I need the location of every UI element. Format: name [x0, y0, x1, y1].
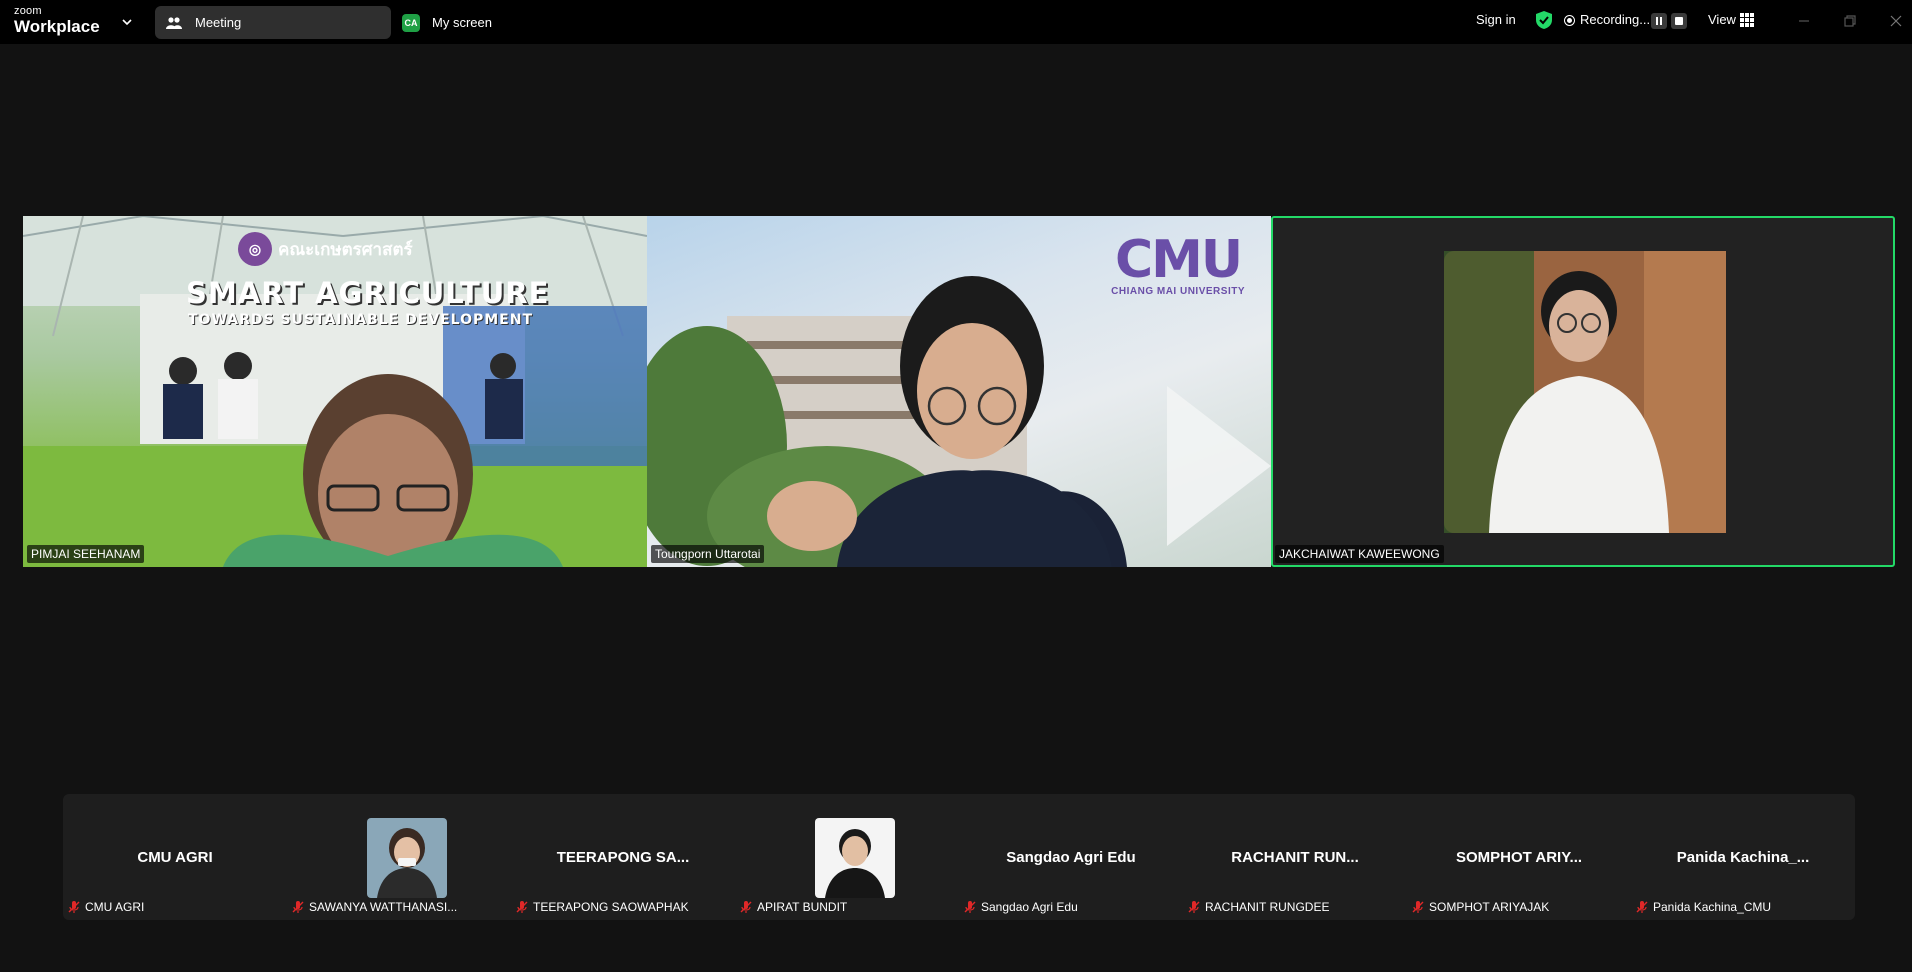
minimize-button[interactable] [1793, 10, 1815, 32]
gallery-tile[interactable]: RACHANIT RUN... RACHANIT RUNGDEE [1183, 794, 1407, 920]
participant-label: APIRAT BUNDIT [739, 900, 847, 914]
brand-big: Workplace [14, 17, 100, 36]
brand-small: zoom [14, 5, 42, 17]
faculty-logo-text: คณะเกษตรศาสตร์ [278, 239, 413, 259]
banner-subtitle: TOWARDS SUSTAINABLE DEVELOPMENT [188, 312, 534, 328]
participant-name-tag: Toungporn Uttarotai [651, 545, 765, 563]
participant-gallery: CMU AGRI CMU AGRI SAWANYA WATTHANASI... … [63, 794, 1855, 920]
mic-muted-icon [964, 901, 976, 913]
mic-muted-icon [1412, 901, 1424, 913]
participant-photo [367, 818, 447, 898]
faculty-logo: ◎ คณะเกษตรศาสตร์ [238, 232, 413, 266]
participant-name: Sangdao Agri Edu [981, 900, 1078, 914]
participant-name: SAWANYA WATTHANASI... [309, 900, 458, 914]
pause-recording-button[interactable] [1651, 13, 1667, 29]
mic-muted-icon [516, 901, 528, 913]
mic-muted-icon [1188, 901, 1200, 913]
cmu-logo-text: CMU [1115, 230, 1243, 290]
gallery-tile[interactable]: CMU AGRI CMU AGRI [63, 794, 287, 920]
participant-photo [1444, 251, 1726, 533]
participant-display-name: SOMPHOT ARIY... [1455, 849, 1583, 866]
mic-muted-icon [1636, 901, 1648, 913]
mic-muted-icon [292, 901, 304, 913]
participant-display-name: TEERAPONG SA... [556, 849, 690, 866]
participant-label: SAWANYA WATTHANASI... [291, 900, 457, 914]
sign-in-button[interactable]: Sign in [1476, 12, 1516, 27]
tab-my-screen[interactable]: CA My screen [402, 6, 492, 39]
participant-display-name: Panida Kachina_... [1676, 849, 1810, 866]
gallery-tile[interactable]: TEERAPONG SA... TEERAPONG SAOWAPHAK [511, 794, 735, 920]
grid-view-icon[interactable] [1740, 13, 1754, 27]
greenhouse-background [23, 216, 647, 567]
gallery-tile[interactable]: APIRAT BUNDIT [735, 794, 959, 920]
view-button[interactable]: View [1708, 12, 1736, 27]
participant-display-name: Sangdao Agri Edu [1006, 849, 1136, 866]
avatar-badge: CA [402, 13, 420, 32]
close-button[interactable] [1885, 10, 1907, 32]
title-bar: zoom Workplace Meeting CA My screen Sign… [0, 0, 1912, 44]
cmu-logo-subtext: CHIANG MAI UNIVERSITY [1111, 286, 1245, 297]
participant-display-name: CMU AGRI [137, 849, 213, 866]
participant-label: RACHANIT RUNGDEE [1187, 900, 1329, 914]
gallery-tile[interactable]: SOMPHOT ARIY... SOMPHOT ARIYAJAK [1407, 794, 1631, 920]
chevron-down-icon[interactable] [119, 14, 135, 30]
banner-title: SMART AGRICULTURE [186, 276, 550, 310]
mic-muted-icon [68, 901, 80, 913]
participant-name: CMU AGRI [85, 900, 145, 914]
tab-my-screen-label: My screen [432, 15, 492, 30]
participant-name: RACHANIT RUNGDEE [1205, 900, 1330, 914]
participant-label: Sangdao Agri Edu [963, 900, 1078, 914]
recording-status: Recording... [1580, 12, 1651, 27]
participant-photo [815, 818, 895, 898]
participant-label: CMU AGRI [67, 900, 144, 914]
participant-label: Panida Kachina_CMU [1635, 900, 1771, 914]
zoom-workplace-logo[interactable]: zoom Workplace [14, 5, 100, 36]
participant-name-tag: JAKCHAIWAT KAWEEWONG [1275, 545, 1444, 563]
minimize-icon [1799, 20, 1809, 22]
video-tile-toungporn[interactable]: CMU CHIANG MAI UNIVERSITY Toungporn Utta… [647, 216, 1271, 567]
participant-label: TEERAPONG SAOWAPHAK [515, 900, 689, 914]
restore-button[interactable] [1839, 10, 1861, 32]
gallery-tile[interactable]: SAWANYA WATTHANASI... [287, 794, 511, 920]
participant-name: Panida Kachina_CMU [1653, 900, 1772, 914]
stop-recording-button[interactable] [1671, 13, 1687, 29]
participant-display-name: RACHANIT RUN... [1231, 849, 1359, 866]
shield-check-icon[interactable] [1534, 10, 1554, 30]
participant-name: APIRAT BUNDIT [757, 900, 848, 914]
participant-label: SOMPHOT ARIYAJAK [1411, 900, 1549, 914]
tab-meeting-label: Meeting [195, 15, 242, 30]
restore-icon [1844, 15, 1856, 27]
cmu-logo: CMU CHIANG MAI UNIVERSITY [1111, 234, 1245, 297]
tab-meeting[interactable]: Meeting [155, 6, 391, 39]
gallery-tile[interactable]: Panida Kachina_... Panida Kachina_CMU [1631, 794, 1855, 920]
close-icon [1890, 15, 1902, 27]
mic-muted-icon [740, 901, 752, 913]
faculty-emblem-icon: ◎ [238, 232, 272, 266]
recording-dot-icon [1565, 16, 1574, 25]
participant-name: SOMPHOT ARIYAJAK [1429, 900, 1550, 914]
participant-name-tag: PIMJAI SEEHANAM [27, 545, 145, 563]
participant-name: TEERAPONG SAOWAPHAK [533, 900, 689, 914]
video-tile-jakchaiwat[interactable]: JAKCHAIWAT KAWEEWONG [1271, 216, 1895, 567]
gallery-tile[interactable]: Sangdao Agri Edu Sangdao Agri Edu [959, 794, 1183, 920]
video-tile-pimjai[interactable]: ◎ คณะเกษตรศาสตร์ SMART AGRICULTURE TOWAR… [23, 216, 647, 567]
meeting-participants-icon [166, 16, 182, 29]
